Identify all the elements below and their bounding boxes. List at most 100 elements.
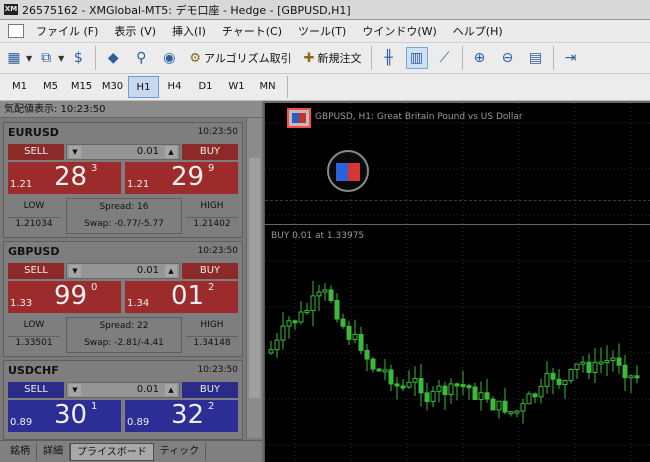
candle-body [478,392,484,401]
lot-value[interactable]: 0.01 [137,265,159,276]
sell-button[interactable]: SELL [8,382,64,398]
menu-help[interactable]: ヘルプ(H) [445,23,511,39]
candle-body [538,385,544,398]
bid-price-pips: 28 [54,162,88,192]
profiles-icon[interactable]: ⧉ [35,47,57,69]
ask-price[interactable]: 0.89 32 2 [125,400,238,432]
lot-stepper[interactable]: ▼ 0.01 ▲ [66,144,180,160]
card-time: 10:23:50 [197,127,238,137]
tab-ticks[interactable]: ティック [154,442,207,461]
bar-chart-icon[interactable]: ╫ [378,47,400,69]
ask-price[interactable]: 1.34 01 2 [125,281,238,313]
lot-value[interactable]: 0.01 [137,146,159,157]
lot-value[interactable]: 0.01 [137,384,159,395]
timeframe-m15[interactable]: M15 [66,76,97,98]
autoscroll-icon[interactable]: ⇥ [560,47,582,69]
chevron-down-icon[interactable]: ▼ [58,54,64,63]
candle-body [466,385,472,389]
low-label: LOW [23,320,45,330]
sell-button[interactable]: SELL [8,144,64,160]
new-order-button[interactable]: ✚ 新規注文 [304,50,362,66]
candle-body [544,372,550,387]
chevron-down-icon[interactable]: ▼ [69,146,81,158]
swap-value: Swap: -2.81/-4.41 [84,338,164,348]
timeframe-m1[interactable]: M1 [4,76,35,98]
candle-body [388,369,394,385]
candle-body [580,361,586,365]
timeframe-h1[interactable]: H1 [128,76,159,98]
candle-body [334,299,340,320]
candle-body [622,364,628,379]
buy-button[interactable]: BUY [182,263,238,279]
chart-window[interactable]: BUY 0.01 at 1.33975 GBPUSD, H1: Great Br… [264,103,650,462]
chevron-down-icon[interactable]: ▼ [69,265,81,277]
buy-order-label: BUY 0.01 at 1.33975 [271,231,365,241]
tab-details[interactable]: 詳細 [37,442,70,461]
candle-body [502,400,508,413]
candle-body [364,349,370,360]
menu-view[interactable]: 表示 (V) [106,23,164,39]
timeframe-w1[interactable]: W1 [221,76,252,98]
one-click-trading-icon[interactable] [287,108,311,128]
market-icon[interactable]: ◆ [102,47,124,69]
candle-body [598,361,604,365]
candle-body [358,333,364,351]
algo-trading-button[interactable]: ⚙ アルゴリズム取引 [189,50,291,66]
bid-price[interactable]: 0.89 30 1 [8,400,121,432]
menu-file[interactable]: ファイル (F) [28,23,106,39]
candlestick-chart-icon[interactable]: ▥ [405,47,428,69]
chevron-up-icon[interactable]: ▲ [165,146,177,158]
menu-insert[interactable]: 挿入(I) [164,23,214,39]
candle-body [634,375,640,379]
timeframe-h4[interactable]: H4 [159,76,190,98]
line-chart-icon[interactable]: ⟋ [434,47,456,69]
candle-body [316,291,322,297]
candle-body [604,360,610,364]
timeframe-m30[interactable]: M30 [97,76,128,98]
chevron-down-icon[interactable]: ▼ [26,54,32,63]
lot-stepper[interactable]: ▼ 0.01 ▲ [66,382,180,398]
timeframe-m5[interactable]: M5 [35,76,66,98]
zoom-in-icon[interactable]: ⊕ [469,47,491,69]
card-time: 10:23:50 [197,365,238,375]
new-chart-icon[interactable]: ▦ [3,47,25,69]
chevron-down-icon[interactable]: ▼ [69,384,81,396]
zoom-out-icon[interactable]: ⊖ [497,47,519,69]
candle-body [418,378,424,394]
timeframe-d1[interactable]: D1 [190,76,221,98]
ask-price[interactable]: 1.21 29 9 [125,162,238,194]
buy-button[interactable]: BUY [182,382,238,398]
signals-icon[interactable]: ⚲ [130,47,152,69]
sell-button[interactable]: SELL [8,263,64,279]
tab-price-board[interactable]: プライスボード [70,442,154,461]
tab-symbols[interactable]: 銘柄 [4,442,37,461]
swap-value: Swap: -0.77/-5.77 [84,219,164,229]
timeframe-mn[interactable]: MN [252,76,283,98]
chevron-up-icon[interactable]: ▲ [165,384,177,396]
low-label: LOW [23,201,45,211]
bid-price[interactable]: 1.21 28 3 [8,162,121,194]
lot-stepper[interactable]: ▼ 0.01 ▲ [66,263,180,279]
radio-icon[interactable]: ◉ [158,47,180,69]
buy-button[interactable]: BUY [182,144,238,160]
scrollbar-thumb[interactable] [249,158,260,398]
chevron-up-icon[interactable]: ▲ [165,265,177,277]
menu-window[interactable]: ウインドウ(W) [354,23,444,39]
market-watch-scrollbar[interactable] [246,118,262,438]
menu-tools[interactable]: ツール(T) [290,23,354,39]
candle-body [586,361,592,373]
ask-price-pips: 29 [171,162,205,192]
candle-body [328,289,334,301]
menu-chart[interactable]: チャート(C) [214,23,290,39]
candle-body [472,386,478,401]
candle-body [436,385,442,392]
data-window-icon[interactable]: $ [67,47,89,69]
price-card-eurusd: EURUSD 10:23:50 SELL ▼ 0.01 ▲ BUY 1.21 2… [3,122,243,238]
candlestick-chart[interactable] [265,103,650,462]
document-icon[interactable] [8,24,24,38]
tile-windows-icon[interactable]: ▤ [525,47,547,69]
bid-price[interactable]: 1.33 99 0 [8,281,121,313]
menu-bar: ファイル (F) 表示 (V) 挿入(I) チャート(C) ツール(T) ウイン… [0,20,650,42]
buy-order-line[interactable] [265,224,650,225]
candle-body [628,375,634,379]
